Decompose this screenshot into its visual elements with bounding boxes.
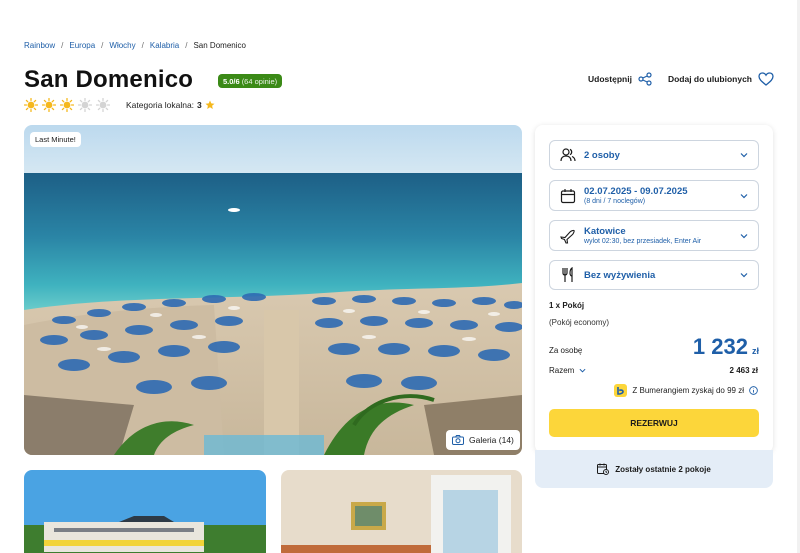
rating-count: (64 opinie) <box>241 76 278 86</box>
share-icon <box>638 72 652 86</box>
thumbnail-image[interactable] <box>281 470 522 553</box>
room-count: 1 x Pokój <box>549 301 585 310</box>
per-person-price: 1 232 zł <box>693 334 759 360</box>
rooms-left-notice: Zostały ostatnie 2 pokoje <box>535 450 773 488</box>
departure-sub: wylot 02:30, bez przesiadek, Enter Air <box>584 238 702 245</box>
persons-value: 2 osoby <box>584 149 620 161</box>
hero-image[interactable] <box>24 125 522 455</box>
per-person-label: Za osobę <box>549 346 583 355</box>
total-toggle[interactable]: Razem <box>549 366 586 375</box>
bumerang-text: Z Bumerangiem zyskaj do 99 zł <box>632 386 744 395</box>
breadcrumb-separator: / <box>101 41 104 50</box>
chevron-down-icon <box>740 193 748 198</box>
persons-select[interactable]: 2 osoby <box>549 140 759 170</box>
local-category-value: 3 <box>197 100 202 110</box>
board-value: Bez wyżywienia <box>584 269 656 281</box>
last-minute-badge: Last Minute! <box>30 132 81 147</box>
bumerang-logo-icon <box>614 384 628 397</box>
price-value: 1 232 <box>692 334 748 359</box>
sun-icon-filled <box>24 98 38 112</box>
chevron-down-icon <box>579 368 586 373</box>
total-value: 2 463 zł <box>729 366 758 375</box>
chevron-down-icon <box>740 153 748 158</box>
people-icon <box>560 148 576 162</box>
heart-icon <box>758 72 774 86</box>
departure-value: Katowice <box>584 226 626 237</box>
info-icon[interactable] <box>749 386 758 395</box>
breadcrumb-current: San Domenico <box>193 41 246 50</box>
room-type: (Pokój economy) <box>549 318 610 327</box>
star-icon <box>205 100 215 109</box>
chevron-down-icon <box>740 273 748 278</box>
breadcrumb-separator: / <box>141 41 144 50</box>
favorite-label: Dodaj do ulubionych <box>667 74 752 84</box>
rating-badge[interactable]: 5.0/6 (64 opinie) <box>218 74 283 88</box>
local-category: Kategoria lokalna: 3 <box>126 100 215 110</box>
sun-icon-filled <box>60 98 74 112</box>
sun-icon-empty <box>96 98 110 112</box>
bumerang-info: Z Bumerangiem zyskaj do 99 zł <box>614 384 758 397</box>
breadcrumb: Rainbow / Europa / Włochy / Kalabria / S… <box>24 41 246 50</box>
total-label: Razem <box>549 366 575 375</box>
breadcrumb-rainbow[interactable]: Rainbow <box>24 41 55 50</box>
chevron-down-icon <box>740 233 748 238</box>
sun-icon-empty <box>78 98 92 112</box>
camera-icon <box>452 435 464 445</box>
gallery-label: Galeria (14) <box>469 435 514 445</box>
plane-icon <box>560 229 575 244</box>
price-currency: zł <box>751 346 759 356</box>
breadcrumb-separator: / <box>61 41 64 50</box>
rating-score: 5.0/6 <box>223 76 240 86</box>
share-label: Udostępnij <box>588 74 632 84</box>
sun-icon-filled <box>42 98 56 112</box>
gallery-button[interactable]: Galeria (14) <box>446 430 520 450</box>
thumbnail-image[interactable] <box>24 470 266 553</box>
calendar-clock-icon <box>597 463 610 475</box>
header-actions: Udostępnij Dodaj do ulubionych <box>588 72 774 86</box>
breadcrumb-separator: / <box>185 41 188 50</box>
breadcrumb-kalabria[interactable]: Kalabria <box>150 41 179 50</box>
cutlery-icon <box>562 267 573 282</box>
calendar-icon <box>560 188 576 203</box>
page-title: San Domenico <box>24 66 194 93</box>
rooms-left-text: Zostały ostatnie 2 pokoje <box>615 464 711 474</box>
dates-value: 02.07.2025 - 09.07.2025 <box>584 186 688 197</box>
dates-select[interactable]: 02.07.2025 - 09.07.2025 (8 dni / 7 nocle… <box>549 180 759 211</box>
favorite-button[interactable]: Dodaj do ulubionych <box>668 72 774 86</box>
reserve-button[interactable]: REZERWUJ <box>549 409 759 437</box>
board-select[interactable]: Bez wyżywienia <box>549 260 759 290</box>
breadcrumb-europa[interactable]: Europa <box>69 41 95 50</box>
share-button[interactable]: Udostępnij <box>588 72 652 86</box>
local-category-label: Kategoria lokalna: <box>126 100 195 110</box>
dates-sub: (8 dni / 7 noclegów) <box>584 198 646 205</box>
sun-rating <box>24 98 110 112</box>
breadcrumb-wlochy[interactable]: Włochy <box>109 41 135 50</box>
departure-select[interactable]: Katowice wylot 02:30, bez przesiadek, En… <box>549 220 759 251</box>
